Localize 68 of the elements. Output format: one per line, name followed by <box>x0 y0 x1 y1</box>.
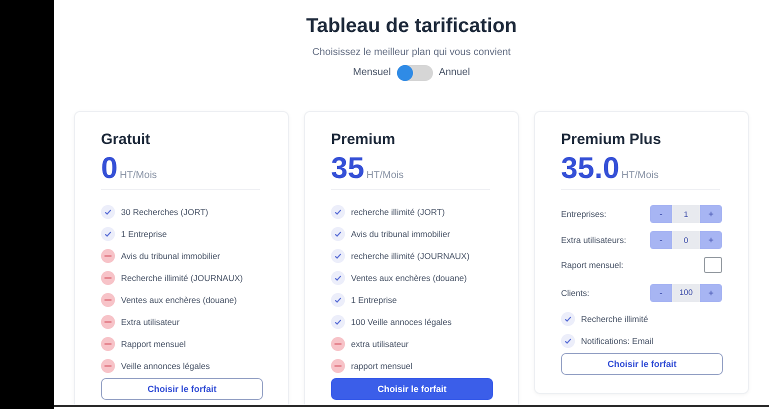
check-icon <box>101 205 115 219</box>
minus-icon <box>331 337 345 351</box>
minus-icon <box>101 337 115 351</box>
feature-text: Ventes aux enchères (douane) <box>351 273 467 283</box>
feature-text: Recherche illimité <box>581 314 648 324</box>
increment-button[interactable]: + <box>700 231 722 249</box>
minus-icon <box>331 359 345 373</box>
page-subtitle: Choisissez le meilleur plan qui vous convient <box>312 47 511 59</box>
feature-text: Rapport mensuel <box>121 339 186 349</box>
minus-icon <box>101 249 115 263</box>
decrement-button[interactable]: - <box>650 205 672 223</box>
minus-icon <box>101 293 115 307</box>
plan-name: Premium <box>331 130 396 150</box>
check-icon <box>331 271 345 285</box>
feature-text: recherche illimité (JORT) <box>351 207 445 217</box>
checkbox[interactable] <box>704 257 722 273</box>
feature-text: Recherche illimité (JOURNAUX) <box>121 273 243 283</box>
quantity-field[interactable]: 100 <box>672 284 700 302</box>
choose-plan-button[interactable]: Choisir le forfait <box>101 378 263 400</box>
increment-button[interactable]: + <box>700 205 722 223</box>
field-label: Raport mensuel: <box>561 260 624 270</box>
plan-price: 35 <box>331 152 364 186</box>
feature-text: Veille annonces légales <box>121 361 210 371</box>
minus-icon <box>101 359 115 373</box>
price-unit: HT/Mois <box>120 170 157 181</box>
feature-text: 100 Veille annoces légales <box>351 317 452 327</box>
feature-text: Extra utilisateur <box>121 317 180 327</box>
field-label: Extra utilisateurs: <box>561 235 626 245</box>
page-title: Tableau de tarification <box>306 14 517 38</box>
price-unit: HT/Mois <box>621 170 659 181</box>
feature-text: rapport mensuel <box>351 361 412 371</box>
quantity-field[interactable]: 1 <box>672 205 700 223</box>
increment-button[interactable]: + <box>700 284 722 302</box>
check-icon <box>561 334 575 348</box>
quantity-field[interactable]: 0 <box>672 231 700 249</box>
minus-icon <box>101 315 115 329</box>
check-icon <box>331 249 345 263</box>
decrement-button[interactable]: - <box>650 284 672 302</box>
toggle-label: Mensuel <box>353 67 391 79</box>
feature-text: Avis du tribunal immobilier <box>351 229 450 239</box>
check-icon <box>331 205 345 219</box>
feature-text: 30 Recherches (JORT) <box>121 207 208 217</box>
plan-price: 35.0 <box>561 152 620 186</box>
toggle-label: Annuel <box>438 67 470 79</box>
billing-toggle[interactable] <box>396 65 433 81</box>
decrement-button[interactable]: - <box>650 231 672 249</box>
price-unit: HT/Mois <box>366 170 404 181</box>
minus-icon <box>101 271 115 285</box>
check-icon <box>101 227 115 241</box>
feature-text: 1 Entreprise <box>351 295 397 305</box>
check-icon <box>331 227 345 241</box>
feature-text: 1 Entreprise <box>121 229 167 239</box>
choose-plan-button[interactable]: Choisir le forfait <box>331 378 493 400</box>
feature-text: Ventes aux enchères (douane) <box>121 295 237 305</box>
choose-plan-button[interactable]: Choisir le forfait <box>561 353 723 375</box>
field-label: Entreprises: <box>561 209 606 219</box>
plan-name: Premium Plus <box>561 130 662 150</box>
feature-text: Notifications: Email <box>581 336 654 346</box>
field-label: Clients: <box>561 288 590 298</box>
plan-price: 0 <box>101 152 118 186</box>
check-icon <box>331 293 345 307</box>
feature-text: extra utilisateur <box>351 339 409 349</box>
feature-text: Avis du tribunal immobilier <box>121 251 220 261</box>
toggle-thumb[interactable] <box>396 65 413 81</box>
check-icon <box>331 315 345 329</box>
feature-text: recherche illimité (JOURNAUX) <box>351 251 470 261</box>
plan-name: Gratuit <box>101 130 152 150</box>
check-icon <box>561 312 575 326</box>
